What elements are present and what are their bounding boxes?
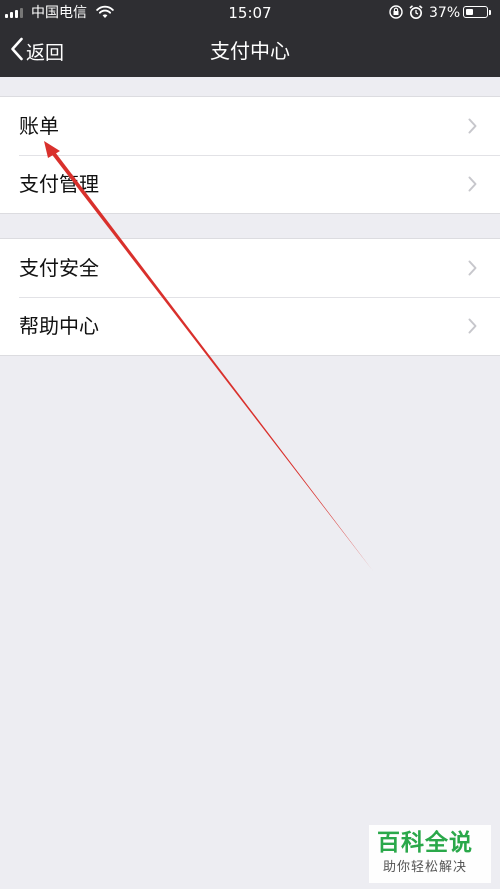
settings-group-2: 支付安全 帮助中心 (0, 238, 500, 356)
watermark-title: 百科全说 (377, 830, 473, 856)
page-title: 支付中心 (210, 39, 290, 63)
battery-level (466, 9, 473, 15)
chevron-right-icon (468, 260, 477, 280)
list-item-label: 支付管理 (19, 172, 99, 196)
list-item-label: 支付安全 (19, 256, 99, 280)
status-bar: 中国电信 15:07 37% (0, 0, 500, 26)
list-item-payment-security[interactable]: 支付安全 (0, 239, 500, 298)
navigation-bar: 返回 支付中心 (0, 26, 500, 77)
status-time: 15:07 (228, 4, 272, 22)
list-item-label: 账单 (19, 114, 59, 138)
top-bar: 中国电信 15:07 37% 返回 支付中心 (0, 0, 500, 77)
watermark-subtitle: 助你轻松解决 (383, 860, 468, 875)
list-item-bill[interactable]: 账单 (0, 97, 500, 156)
battery-tip (489, 10, 491, 15)
battery-percent: 37% (429, 5, 461, 21)
list-item-label: 帮助中心 (19, 314, 99, 338)
settings-group-1: 账单 支付管理 (0, 96, 500, 214)
rotation-lock-icon (388, 4, 404, 24)
battery-icon (463, 6, 488, 18)
chevron-right-icon (468, 318, 477, 338)
list-item-help-center[interactable]: 帮助中心 (0, 297, 500, 355)
watermark: 百科全说 助你轻松解决 (369, 825, 491, 883)
chevron-right-icon (468, 118, 477, 138)
list-item-payment-management[interactable]: 支付管理 (0, 155, 500, 213)
chevron-right-icon (468, 176, 477, 196)
alarm-icon (408, 4, 424, 24)
